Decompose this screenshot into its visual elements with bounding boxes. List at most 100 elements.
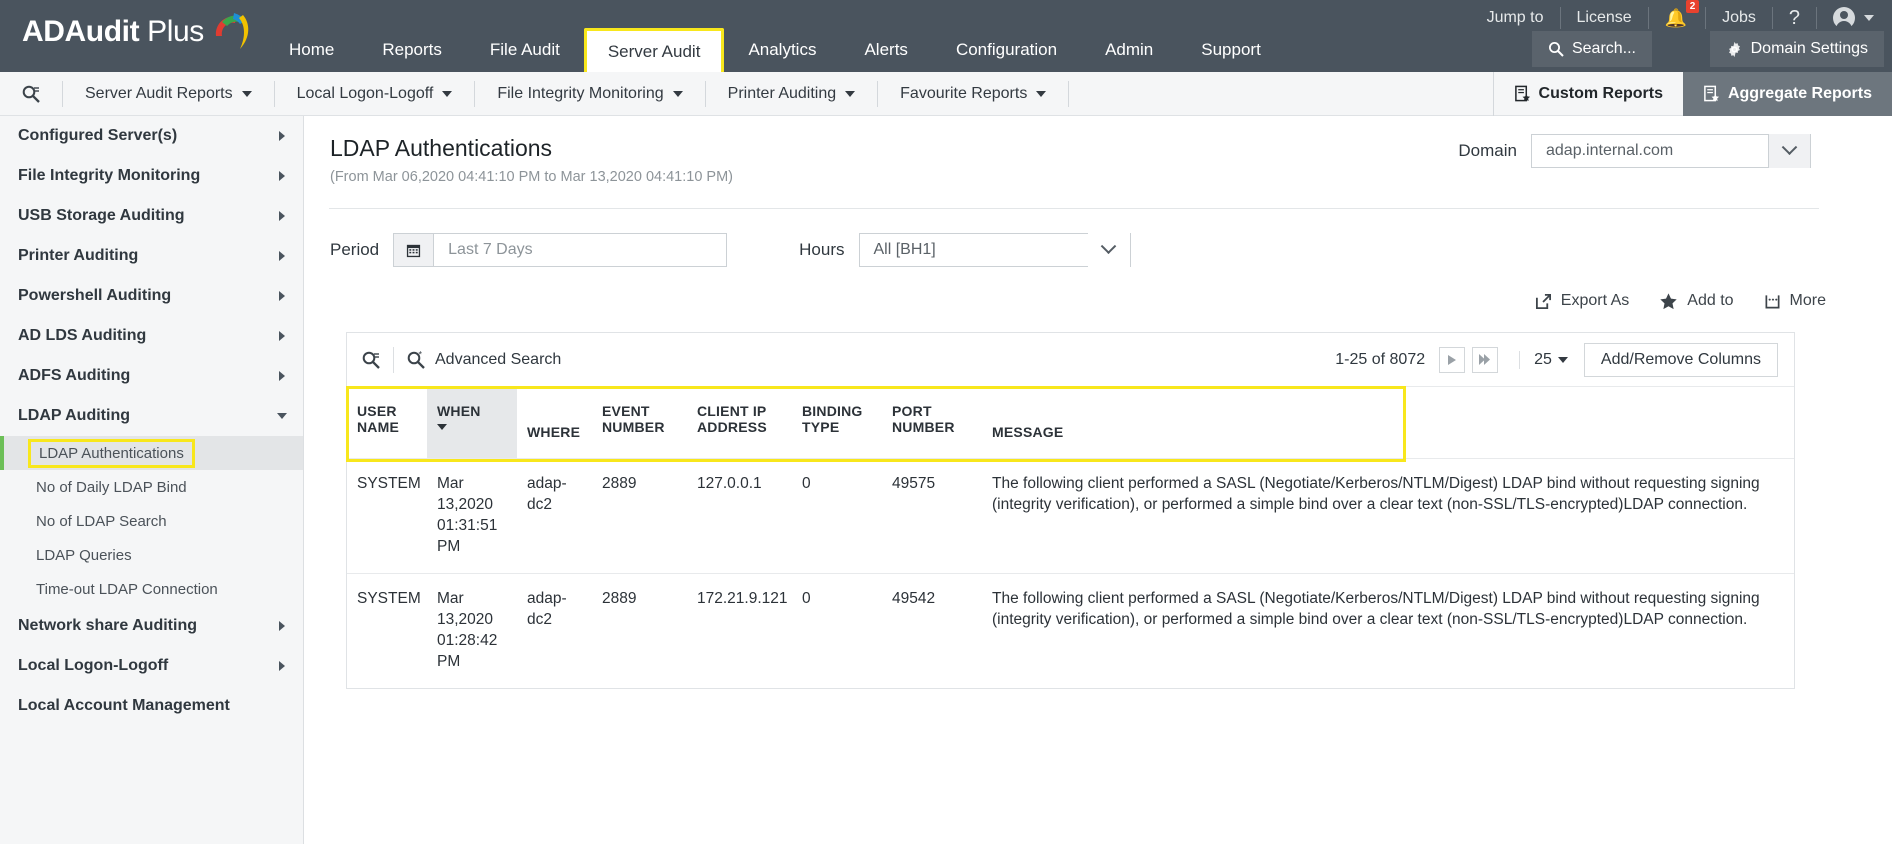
tab-custom-reports[interactable]: Custom Reports <box>1493 72 1683 116</box>
cell-client-ip: 127.0.0.1 <box>687 459 792 574</box>
chevron-right-icon <box>279 251 285 261</box>
hours-value: All [BH1] <box>860 241 1088 259</box>
page-size-dropdown[interactable]: 25 <box>1519 351 1568 369</box>
table-row[interactable]: SYSTEM Mar 13,2020 01:28:42 PM adap-dc2 … <box>347 574 1794 689</box>
report-search-icon <box>21 84 41 104</box>
period-input[interactable]: Last 7 Days <box>433 233 727 267</box>
bell-icon: 🔔 <box>1665 9 1687 27</box>
chevron-down-icon <box>242 91 252 97</box>
add-remove-columns-button[interactable]: Add/Remove Columns <box>1584 343 1778 377</box>
sidebar-item-printer-auditing[interactable]: Printer Auditing <box>0 236 303 276</box>
sidebar-item-adfs-auditing[interactable]: ADFS Auditing <box>0 356 303 396</box>
column-search-icon <box>361 350 381 370</box>
sidebar-item-ad-lds-auditing[interactable]: AD LDS Auditing <box>0 316 303 356</box>
nav-admin[interactable]: Admin <box>1081 28 1177 72</box>
column-search-button[interactable] <box>361 350 381 370</box>
logo-swoosh-icon <box>210 10 252 54</box>
column-header-user-name[interactable]: USER NAME <box>347 387 427 459</box>
last-page-button[interactable] <box>1472 347 1498 373</box>
cell-where: adap-dc2 <box>517 459 592 574</box>
hours-dropdown[interactable]: All [BH1] <box>859 233 1131 267</box>
sidebar-item-local-account-management[interactable]: Local Account Management <box>0 686 303 726</box>
help-button[interactable]: ? <box>1773 7 1817 29</box>
nav-reports[interactable]: Reports <box>358 28 466 72</box>
more-button[interactable]: More <box>1764 292 1826 310</box>
star-icon <box>1659 292 1678 311</box>
sidebar-item-no-of-daily-ldap-bind[interactable]: No of Daily LDAP Bind <box>0 470 303 504</box>
cell-user-name: SYSTEM <box>347 459 427 574</box>
app-logo[interactable]: ADAudit Plus <box>22 10 252 54</box>
cell-message: The following client performed a SASL (N… <box>982 459 1794 574</box>
period-label: Period <box>330 240 379 260</box>
nav-alerts[interactable]: Alerts <box>840 28 931 72</box>
column-header-binding-type[interactable]: BINDING TYPE <box>792 387 882 459</box>
domain-dropdown-button[interactable] <box>1768 134 1810 168</box>
subnav-file-integrity-monitoring[interactable]: File Integrity Monitoring <box>475 81 705 107</box>
svg-text:*: * <box>419 350 423 360</box>
column-header-port-number[interactable]: PORT NUMBER <box>882 387 982 459</box>
subnav-favourite-reports[interactable]: Favourite Reports <box>878 81 1069 107</box>
cell-user-name: SYSTEM <box>347 574 427 689</box>
cell-message: The following client performed a SASL (N… <box>982 574 1794 689</box>
advanced-search-button[interactable]: * Advanced Search <box>406 350 561 370</box>
column-header-client-ip-address[interactable]: CLIENT IP ADDRESS <box>687 387 792 459</box>
sort-descending-icon <box>437 424 447 430</box>
chevron-right-icon <box>279 171 285 181</box>
chevron-right-icon <box>279 371 285 381</box>
sidebar-item-configured-servers[interactable]: Configured Server(s) <box>0 116 303 156</box>
tab-aggregate-reports[interactable]: Aggregate Reports <box>1683 72 1892 116</box>
sidebar-item-network-share-auditing[interactable]: Network share Auditing <box>0 606 303 646</box>
subnav-server-audit-reports[interactable]: Server Audit Reports <box>62 81 275 107</box>
table-row[interactable]: SYSTEM Mar 13,2020 01:31:51 PM adap-dc2 … <box>347 459 1794 574</box>
user-avatar-icon <box>1833 7 1855 29</box>
column-header-event-number[interactable]: EVENT NUMBER <box>592 387 687 459</box>
license-link[interactable]: License <box>1561 7 1649 29</box>
calendar-picker-button[interactable] <box>393 233 433 267</box>
nav-file-audit[interactable]: File Audit <box>466 28 584 72</box>
global-search-button[interactable]: Search... <box>1532 31 1652 67</box>
account-menu[interactable] <box>1817 7 1878 29</box>
filter-bar: Period Last 7 Days Hours All [BH1] <box>330 228 1131 272</box>
sidebar-item-time-out-ldap-connection[interactable]: Time-out LDAP Connection <box>0 572 303 606</box>
table-header-row: USER NAME WHEN WHERE EVENT NUMBER CLIENT… <box>347 387 1794 459</box>
notifications-button[interactable]: 🔔 2 <box>1649 7 1706 29</box>
column-header-message[interactable]: MESSAGE <box>982 387 1794 459</box>
nav-support[interactable]: Support <box>1177 28 1285 72</box>
nav-configuration[interactable]: Configuration <box>932 28 1081 72</box>
export-icon <box>1535 293 1552 310</box>
sidebar-item-usb-storage-auditing[interactable]: USB Storage Auditing <box>0 196 303 236</box>
sidebar-item-ldap-queries[interactable]: LDAP Queries <box>0 538 303 572</box>
nav-server-audit[interactable]: Server Audit <box>584 28 725 72</box>
next-page-icon <box>1448 355 1456 365</box>
subnav-printer-auditing[interactable]: Printer Auditing <box>706 81 879 107</box>
report-search-button[interactable] <box>0 84 62 104</box>
gear-icon <box>1726 41 1743 58</box>
secondary-nav-bar: Server Audit Reports Local Logon-Logoff … <box>0 72 1892 116</box>
sidebar-item-ldap-auditing[interactable]: LDAP Auditing <box>0 396 303 436</box>
jump-to-link[interactable]: Jump to <box>1471 7 1561 29</box>
nav-analytics[interactable]: Analytics <box>724 28 840 72</box>
custom-report-icon <box>1514 85 1531 102</box>
cell-event-number: 2889 <box>592 574 687 689</box>
add-to-button[interactable]: Add to <box>1659 292 1733 311</box>
next-page-button[interactable] <box>1439 347 1465 373</box>
column-header-where[interactable]: WHERE <box>517 387 592 459</box>
jobs-link[interactable]: Jobs <box>1706 7 1773 29</box>
sidebar-item-powershell-auditing[interactable]: Powershell Auditing <box>0 276 303 316</box>
column-header-when[interactable]: WHEN <box>427 387 517 459</box>
advanced-search-icon: * <box>406 350 426 370</box>
question-mark-icon: ? <box>1789 7 1800 30</box>
sidebar-item-no-of-ldap-search[interactable]: No of LDAP Search <box>0 504 303 538</box>
export-as-button[interactable]: Export As <box>1535 292 1629 310</box>
nav-home[interactable]: Home <box>265 28 358 72</box>
domain-dropdown[interactable]: adap.internal.com <box>1531 134 1811 168</box>
sidebar-item-ldap-authentications[interactable]: LDAP Authentications <box>0 436 303 470</box>
primary-nav: Home Reports File Audit Server Audit Ana… <box>265 28 1285 72</box>
header-divider <box>329 208 1819 209</box>
domain-selector: Domain adap.internal.com <box>1458 134 1811 168</box>
subnav-local-logon-logoff[interactable]: Local Logon-Logoff <box>275 81 476 107</box>
sidebar-item-file-integrity-monitoring[interactable]: File Integrity Monitoring <box>0 156 303 196</box>
hours-dropdown-button[interactable] <box>1088 233 1130 267</box>
domain-settings-button[interactable]: Domain Settings <box>1710 31 1884 67</box>
sidebar-item-local-logon-logoff[interactable]: Local Logon-Logoff <box>0 646 303 686</box>
